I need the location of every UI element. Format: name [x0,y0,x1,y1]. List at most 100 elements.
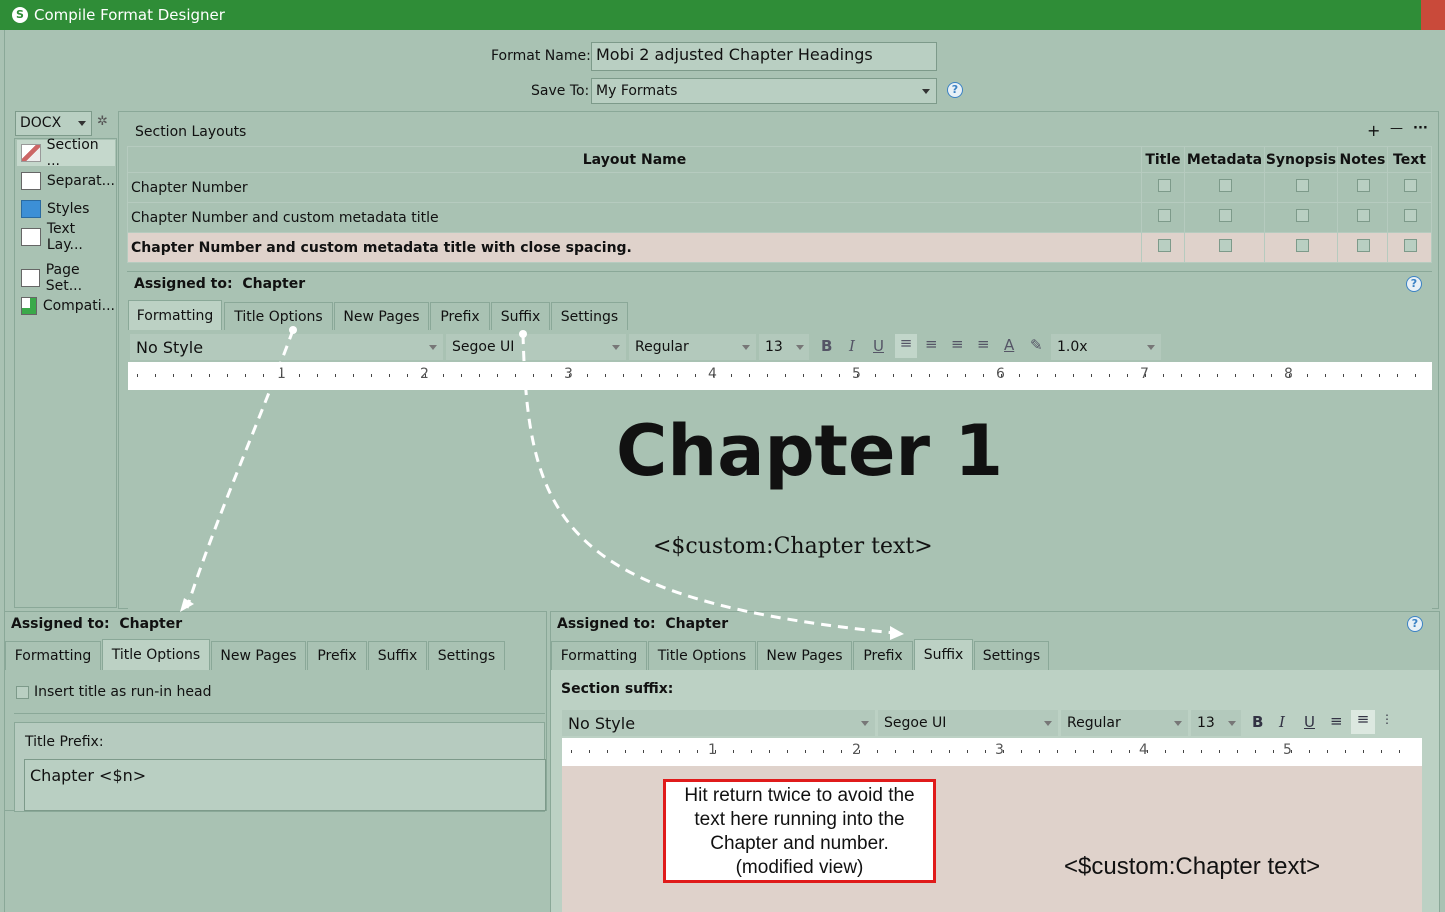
tab-title-options[interactable]: Title Options [224,302,333,331]
checkbox[interactable] [1295,239,1309,252]
checkbox[interactable] [1219,209,1233,222]
font-select[interactable]: Segoe UI [878,710,1058,736]
help-icon[interactable]: ? [947,82,963,98]
checkbox[interactable] [1158,239,1171,252]
gear-icon[interactable]: ✲ [97,114,108,129]
column-header[interactable]: Layout Name [126,146,1143,173]
ruler-tick [913,750,914,753]
weight-select[interactable]: Regular [1061,710,1188,736]
align-left-icon[interactable]: ≡ [1330,712,1343,730]
ruler-tick [1073,374,1074,377]
ruler-tick [1093,750,1094,753]
font-select[interactable]: Segoe UI [446,334,626,360]
ruler-tick [1165,750,1166,753]
bold-icon[interactable]: B [821,337,832,355]
ruler-tick [191,374,192,377]
ruler-tick [803,374,804,377]
bold-icon[interactable]: B [1252,713,1263,731]
run-in-checkbox[interactable] [16,686,29,699]
tab-new-pages[interactable]: New Pages [211,641,306,670]
italic-icon[interactable]: I [1279,713,1285,731]
tab-new-pages[interactable]: New Pages [757,641,852,670]
help-icon[interactable]: ? [1407,616,1423,632]
column-header[interactable]: Metadata [1184,146,1265,173]
save-to-select[interactable]: My Formats [591,78,937,104]
checkbox[interactable] [1357,239,1371,252]
table-row[interactable]: Chapter Number [126,172,1433,203]
style-select[interactable]: No Style [562,710,875,736]
tab-formatting[interactable]: Formatting [128,300,222,331]
layout-name-cell: Chapter Number and custom metadata title… [126,232,1143,263]
checkbox[interactable] [1295,179,1309,192]
highlight-icon[interactable]: ✎ [1030,336,1043,354]
checkbox[interactable] [1295,209,1309,222]
checkbox[interactable] [1404,239,1418,252]
add-layout-button[interactable]: + [1367,121,1380,140]
remove-layout-button[interactable]: — [1390,121,1403,136]
ruler[interactable]: 1 2 3 4 5 [562,738,1422,766]
table-row-selected[interactable]: Chapter Number and custom metadata title… [126,232,1433,263]
sidebar-item-text-layout[interactable]: Text Lay... [17,221,115,253]
justify-icon[interactable]: ≡ [951,335,964,353]
column-header[interactable]: Text [1386,146,1433,173]
sidebar-item-page-setup[interactable]: Page Set... [17,262,115,294]
tab-settings[interactable]: Settings [428,641,505,670]
tab-suffix[interactable]: Suffix [491,302,550,331]
text-color-icon[interactable]: A [1004,336,1014,354]
tab-formatting[interactable]: Formatting [5,641,101,670]
tab-suffix[interactable]: Suffix [914,639,973,670]
ruler-tick [443,374,444,377]
size-select[interactable]: 13 [759,334,809,360]
tab-prefix[interactable]: Prefix [853,641,913,670]
sidebar-item-separators[interactable]: Separat... [17,168,115,194]
checkbox[interactable] [1357,209,1371,222]
size-select[interactable]: 13 [1191,710,1241,736]
format-name-input[interactable]: Mobi 2 adjusted Chapter Headings [591,42,937,71]
top-tabs: Formatting Title Options New Pages Prefi… [128,300,628,331]
sidebar-item-styles[interactable]: Styles [17,196,115,222]
align-right-icon[interactable]: ≡ [977,335,990,353]
checkbox[interactable] [1219,239,1233,252]
checkbox[interactable] [1357,179,1371,192]
table-row[interactable]: Chapter Number and custom metadata title [126,202,1433,233]
tab-settings[interactable]: Settings [974,641,1049,670]
sidebar-item-section-layouts[interactable]: Section ... [17,137,115,169]
sidebar-item-compatibility[interactable]: Compati... [17,293,115,319]
column-header[interactable]: Notes [1336,146,1388,173]
more-options-button[interactable]: ··· [1413,121,1428,136]
checkbox[interactable] [1404,179,1418,192]
save-to-label: Save To: [531,83,590,99]
column-header[interactable]: Title [1141,146,1185,173]
align-center-icon[interactable]: ≡ [1351,710,1375,734]
style-select[interactable]: No Style [130,334,443,360]
column-header[interactable]: Synopsis [1263,146,1338,173]
align-center-icon[interactable]: ≡ [925,335,938,353]
underline-icon[interactable]: U [1304,713,1315,731]
styles-icon [21,200,41,218]
tab-new-pages[interactable]: New Pages [334,302,429,331]
tab-title-options[interactable]: Title Options [648,641,756,670]
spacing-select[interactable]: 1.0x [1051,334,1161,360]
checkbox[interactable] [1219,179,1233,192]
checkbox[interactable] [1158,209,1171,222]
tab-title-options[interactable]: Title Options [102,639,210,670]
underline-icon[interactable]: U [873,337,884,355]
ruler-tick [1289,374,1290,377]
format-type-select[interactable]: DOCX [15,111,92,136]
tab-formatting[interactable]: Formatting [551,641,647,670]
tab-prefix[interactable]: Prefix [430,302,490,331]
justify-icon[interactable]: ⋮ [1381,712,1393,726]
title-prefix-input[interactable]: Chapter <$n> [24,759,546,811]
checkbox[interactable] [1158,179,1171,192]
ruler[interactable]: 1 2 3 4 5 6 7 8 [128,362,1432,390]
align-left-icon[interactable]: ≡ [895,334,917,358]
close-button[interactable] [1421,0,1445,30]
weight-select[interactable]: Regular [629,334,756,360]
preview-text: <$custom:Chapter text> [653,534,933,559]
tab-suffix[interactable]: Suffix [368,641,427,670]
help-icon[interactable]: ? [1406,276,1422,292]
italic-icon[interactable]: I [849,337,855,355]
tab-prefix[interactable]: Prefix [307,641,367,670]
checkbox[interactable] [1404,209,1418,222]
tab-settings[interactable]: Settings [551,302,628,331]
